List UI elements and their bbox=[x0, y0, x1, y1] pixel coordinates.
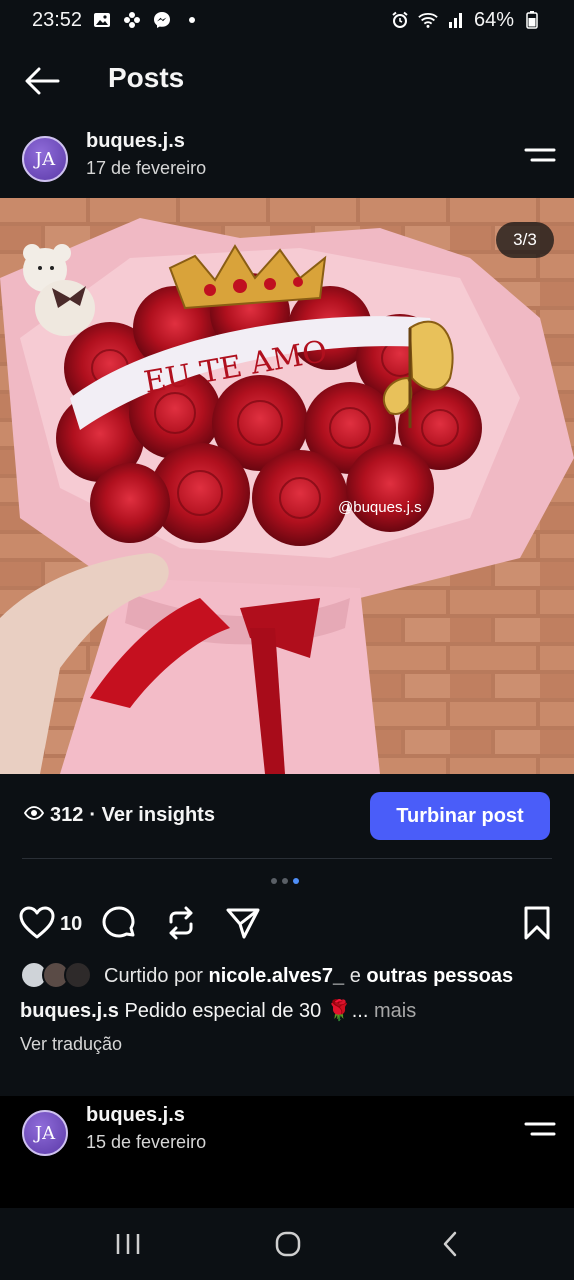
insights-label: · Ver insights bbox=[89, 804, 215, 826]
carousel-dot-active bbox=[293, 878, 299, 884]
back-icon[interactable] bbox=[428, 1226, 472, 1262]
like-count[interactable]: 10 bbox=[60, 913, 82, 936]
menu-icon[interactable] bbox=[524, 1118, 556, 1142]
messenger-icon bbox=[152, 10, 172, 30]
caption-more-link[interactable]: mais bbox=[374, 1000, 416, 1022]
recent-apps-icon[interactable] bbox=[106, 1226, 150, 1262]
pinwheel-icon bbox=[122, 10, 142, 30]
battery-percent: 64% bbox=[473, 8, 514, 31]
post-caption: buques.j.s Pedido especial de 30 🌹... ma… bbox=[20, 998, 560, 1023]
image-counter-badge: 3/3 bbox=[496, 222, 554, 258]
post-username[interactable]: buques.j.s bbox=[86, 1104, 185, 1127]
eye-icon bbox=[23, 804, 45, 827]
post-date: 17 de fevereiro bbox=[86, 158, 207, 178]
share-icon[interactable] bbox=[224, 904, 262, 942]
alarm-icon bbox=[390, 10, 410, 30]
liked-by-text: Curtido por nicole.alves7_ e outras pess… bbox=[104, 964, 514, 987]
comment-icon[interactable] bbox=[100, 904, 138, 942]
battery-icon bbox=[522, 10, 542, 30]
app-header: Posts bbox=[0, 52, 574, 108]
liked-user[interactable]: nicole.alves7_ bbox=[209, 965, 345, 987]
avatar[interactable]: JA bbox=[22, 1110, 68, 1156]
post-date: 15 de fevereiro bbox=[86, 1132, 207, 1152]
see-translation-link[interactable]: Ver tradução bbox=[20, 1034, 122, 1055]
liked-by-row[interactable]: Curtido por nicole.alves7_ e outras pess… bbox=[20, 960, 560, 992]
gallery-icon bbox=[92, 10, 112, 30]
view-count: 312 bbox=[50, 804, 84, 826]
post-actions: 10 bbox=[0, 904, 574, 944]
next-post: JA buques.j.s 15 de fevereiro bbox=[0, 1096, 574, 1208]
signal-icon bbox=[446, 10, 466, 30]
system-nav-bar bbox=[0, 1208, 574, 1280]
liked-others[interactable]: outras pessoas bbox=[366, 965, 513, 987]
bookmark-icon[interactable] bbox=[518, 904, 556, 942]
wifi-icon bbox=[418, 10, 438, 30]
image-watermark: @buques.j.s bbox=[338, 499, 422, 516]
post-username[interactable]: buques.j.s bbox=[86, 130, 185, 153]
heart-icon[interactable] bbox=[18, 904, 56, 942]
repost-icon[interactable] bbox=[162, 904, 200, 942]
status-bar: 23:52 64% bbox=[0, 0, 574, 40]
carousel-indicator bbox=[271, 878, 299, 884]
back-arrow-icon[interactable] bbox=[22, 64, 62, 98]
caption-username[interactable]: buques.j.s bbox=[20, 1000, 119, 1022]
post-header: JA buques.j.s 15 de fevereiro bbox=[0, 1102, 574, 1172]
page-title: Posts bbox=[108, 62, 185, 93]
post-header: JA buques.j.s 17 de fevereiro bbox=[0, 128, 574, 198]
status-time: 23:52 bbox=[32, 8, 83, 31]
dot-icon bbox=[182, 10, 202, 30]
home-icon[interactable] bbox=[266, 1226, 310, 1262]
insights-link[interactable]: 312 · Ver insights bbox=[23, 804, 215, 827]
menu-icon[interactable] bbox=[524, 144, 556, 168]
insights-row: 312 · Ver insights Turbinar post bbox=[0, 792, 574, 840]
post-image[interactable]: EU TE AMO @buques.j.s 3/3 bbox=[0, 198, 574, 774]
avatar bbox=[64, 961, 92, 989]
boost-post-button[interactable]: Turbinar post bbox=[370, 792, 550, 840]
carousel-dot bbox=[271, 878, 277, 884]
avatar[interactable]: JA bbox=[22, 136, 68, 182]
carousel-dot bbox=[282, 878, 288, 884]
divider bbox=[22, 858, 552, 859]
liked-avatars bbox=[20, 961, 100, 991]
caption-text: Pedido especial de 30 🌹... bbox=[124, 1000, 369, 1022]
bouquet-illustration: EU TE AMO @buques.j.s bbox=[0, 198, 574, 774]
